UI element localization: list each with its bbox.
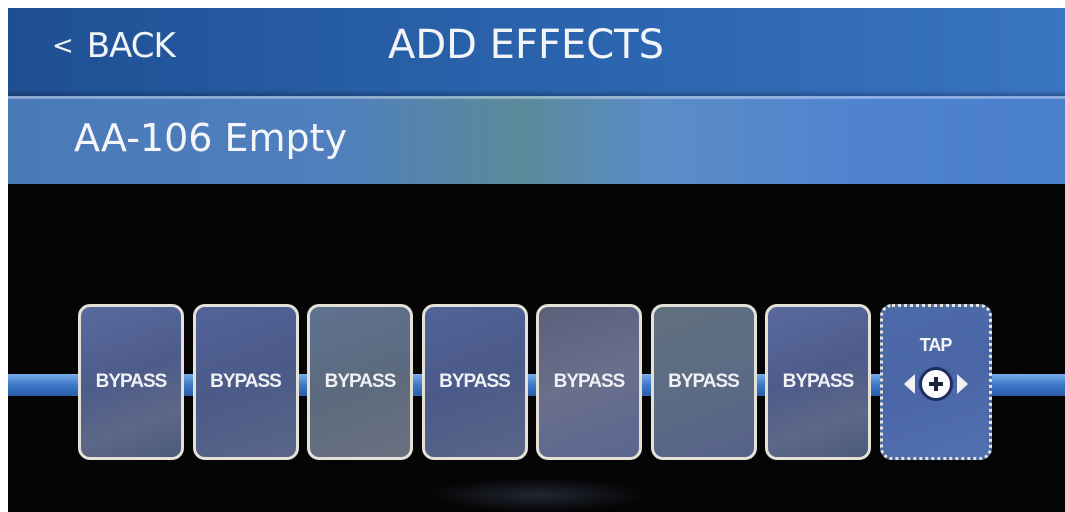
effect-slot-1[interactable]: BYPASS bbox=[78, 304, 184, 460]
effect-slot-4[interactable]: BYPASS bbox=[421, 304, 528, 460]
effect-slot-label: BYPASS bbox=[210, 371, 282, 392]
plus-circle-icon[interactable] bbox=[918, 367, 953, 401]
tap-label: TAP bbox=[919, 335, 953, 355]
chevron-left-icon: < bbox=[52, 31, 74, 61]
effect-slot-label: BYPASS bbox=[553, 371, 626, 392]
effect-slot-label: BYPASS bbox=[782, 371, 855, 392]
back-label: BACK bbox=[86, 26, 176, 66]
device-screen: < BACK ADD EFFECTS AA-106 Empty BYPASS B… bbox=[8, 8, 1065, 512]
header-bar: < BACK ADD EFFECTS bbox=[8, 8, 1065, 96]
effect-slot-label: BYPASS bbox=[95, 371, 168, 392]
effect-chain: BYPASS BYPASS BYPASS BYPASS BYPASS BYPAS… bbox=[78, 304, 992, 460]
screen-reflection bbox=[428, 478, 648, 512]
add-effect-slot[interactable]: TAP bbox=[879, 304, 992, 460]
back-button[interactable]: < BACK bbox=[52, 26, 176, 66]
preset-name: AA-106 Empty bbox=[74, 116, 348, 160]
effect-slot-5[interactable]: BYPASS bbox=[536, 304, 642, 460]
effect-slot-6[interactable]: BYPASS bbox=[650, 304, 757, 460]
effect-slot-label: BYPASS bbox=[668, 371, 740, 392]
effect-slot-3[interactable]: BYPASS bbox=[307, 304, 413, 460]
effect-slot-2[interactable]: BYPASS bbox=[192, 304, 299, 460]
page-title: ADD EFFECTS bbox=[388, 22, 664, 68]
arrow-left-icon[interactable] bbox=[903, 374, 915, 394]
effect-slot-label: BYPASS bbox=[439, 371, 511, 392]
preset-bar: AA-106 Empty bbox=[8, 96, 1065, 184]
effect-slot-label: BYPASS bbox=[324, 371, 397, 392]
add-effect-controls bbox=[883, 367, 989, 401]
effect-slot-7[interactable]: BYPASS bbox=[765, 304, 871, 460]
arrow-right-icon[interactable] bbox=[956, 374, 968, 394]
